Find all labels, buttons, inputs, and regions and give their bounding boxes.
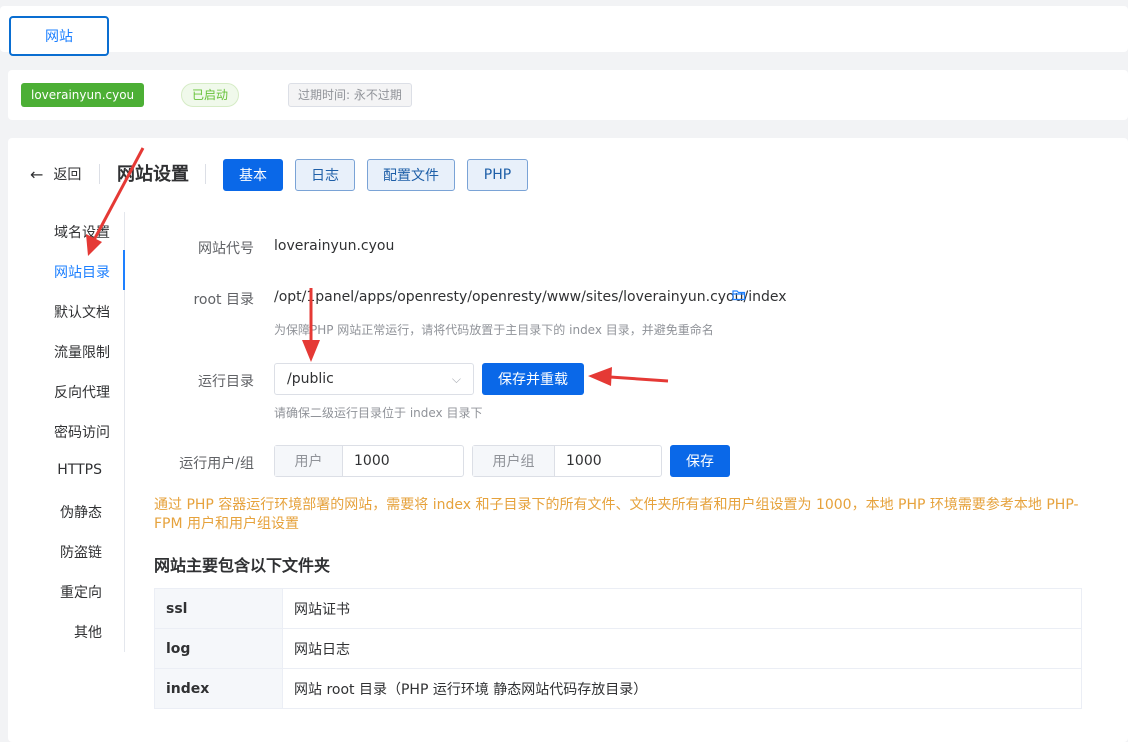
back-button[interactable]: ← 返回 [30, 164, 81, 184]
folder-open-icon[interactable] [732, 289, 746, 305]
domain-tag: loverainyun.cyou [21, 83, 145, 107]
site-code-label: 网站代号 [198, 241, 254, 257]
sidebar-item-site-directory[interactable]: 网站目录 [7, 262, 110, 282]
site-status-bar: loverainyun.cyou 已启动 过期时间: 永不过期 [8, 70, 1128, 120]
folder-desc: 网站 root 目录（PHP 运行环境 静态网站代码存放目录） [282, 668, 1082, 709]
arrow-left-icon: ← [30, 164, 44, 184]
sidebar-item-reverse-proxy[interactable]: 反向代理 [7, 382, 110, 402]
site-code-value: loverainyun.cyou [274, 238, 395, 254]
table-row: index 网站 root 目录（PHP 运行环境 静态网站代码存放目录） [154, 668, 1082, 709]
top-tab-bar: 网站 [0, 6, 1128, 56]
root-dir-hint: 为保障PHP 网站正常运行，请将代码放置于主目录下的 index 目录，并避免重… [274, 323, 714, 337]
save-and-reload-button[interactable]: 保存并重载 [482, 363, 584, 395]
sidebar-item-other[interactable]: 其他 [0, 622, 102, 642]
expire-badge: 过期时间: 永不过期 [288, 83, 412, 107]
table-row: log 网站日志 [154, 628, 1082, 669]
divider [205, 164, 206, 184]
sidebar-item-password-access[interactable]: 密码访问 [7, 422, 110, 442]
divider [99, 164, 100, 184]
table-row: ssl 网站证书 [154, 588, 1082, 629]
run-dir-hint: 请确保二级运行目录位于 index 目录下 [274, 406, 483, 420]
sidebar-item-rewrite[interactable]: 伪静态 [0, 502, 102, 522]
sidebar-item-rate-limit[interactable]: 流量限制 [7, 342, 110, 362]
sidebar-item-default-doc[interactable]: 默认文档 [7, 302, 110, 322]
sidebar-item-hotlink[interactable]: 防盗链 [0, 542, 102, 562]
root-dir-value: /opt/1panel/apps/openresty/openresty/www… [274, 289, 787, 305]
php-owner-warning: 通过 PHP 容器运行环境部署的网站，需要将 index 和子目录下的所有文件、… [154, 497, 1079, 532]
user-prefix: 用户 [275, 446, 343, 476]
folders-title: 网站主要包含以下文件夹 [154, 556, 331, 575]
folder-name: ssl [154, 588, 283, 629]
run-user-label: 运行用户/组 [179, 456, 254, 472]
tab-website[interactable]: 网站 [9, 16, 109, 56]
user-input-group[interactable]: 用户 1000 [274, 445, 464, 477]
settings-sidebar: 域名设置 网站目录 默认文档 流量限制 反向代理 密码访问 HTTPS 伪静态 … [8, 212, 125, 652]
folder-desc: 网站日志 [282, 628, 1082, 669]
back-label: 返回 [53, 167, 82, 183]
sidebar-item-redirect[interactable]: 重定向 [0, 582, 102, 602]
folder-name: log [154, 628, 283, 669]
sidebar-active-indicator [123, 250, 125, 290]
chevron-down-icon: ⌵ [451, 372, 461, 386]
group-prefix: 用户组 [473, 446, 555, 476]
group-input-group[interactable]: 用户组 1000 [472, 445, 662, 477]
settings-panel: ← 返回 网站设置 基本 日志 配置文件 PHP 域名设置 网站目录 默认文档 … [8, 138, 1128, 742]
tab-php[interactable]: PHP [467, 159, 528, 191]
user-field[interactable]: 1000 [343, 446, 390, 476]
run-dir-label: 运行目录 [198, 374, 254, 390]
folder-name: index [154, 668, 283, 709]
tab-basic[interactable]: 基本 [223, 159, 283, 191]
sidebar-item-https[interactable]: HTTPS [0, 462, 102, 478]
folders-table: ssl 网站证书 log 网站日志 index 网站 root 目录（PHP 运… [154, 588, 1082, 709]
tab-config-file[interactable]: 配置文件 [367, 159, 455, 191]
page-title: 网站设置 [117, 164, 189, 185]
run-dir-select[interactable]: /public ⌵ [274, 363, 474, 395]
root-dir-label: root 目录 [193, 292, 254, 308]
status-badge: 已启动 [181, 83, 240, 107]
run-dir-value: /public [287, 371, 334, 387]
sidebar-item-domain[interactable]: 域名设置 [7, 222, 110, 242]
tab-log[interactable]: 日志 [295, 159, 355, 191]
folder-desc: 网站证书 [282, 588, 1082, 629]
group-field[interactable]: 1000 [555, 446, 602, 476]
save-button[interactable]: 保存 [670, 445, 730, 477]
